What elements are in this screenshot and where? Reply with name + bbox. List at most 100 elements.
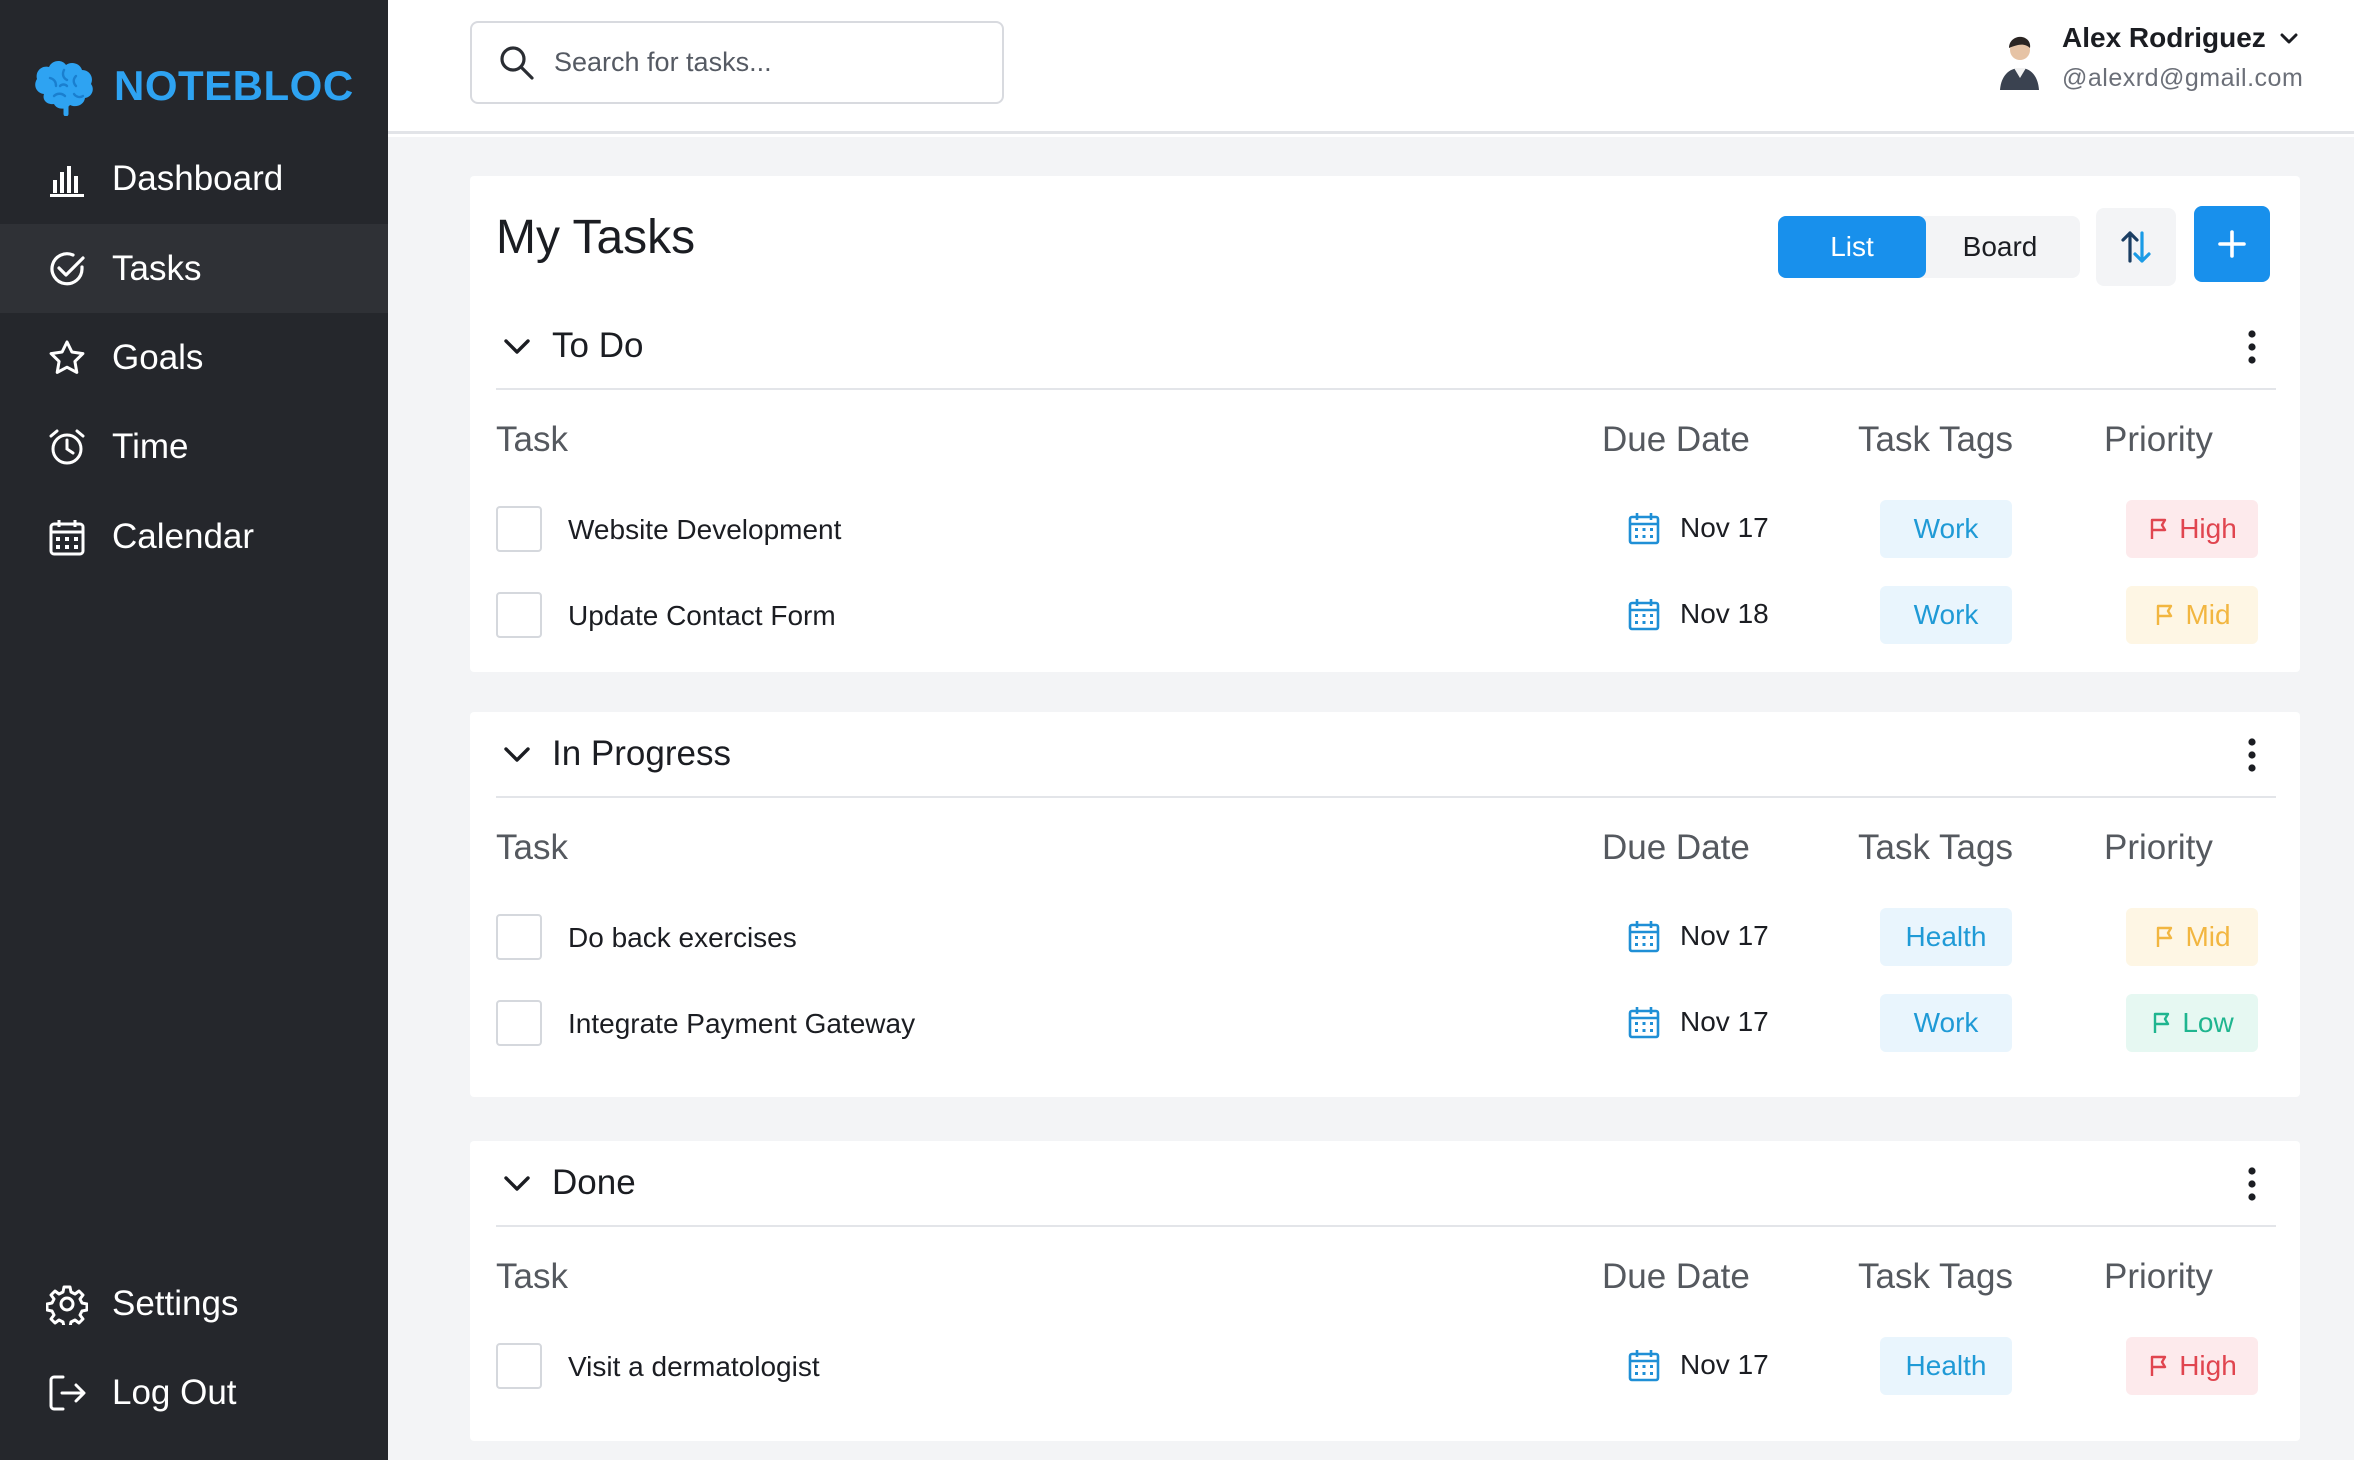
priority-badge[interactable]: High <box>2126 1337 2258 1395</box>
flag-icon <box>2157 604 2173 625</box>
brain-icon <box>35 61 93 116</box>
calendar-icon <box>1628 1007 1660 1039</box>
column-header-task: Task <box>496 1257 568 1296</box>
column-header-due-date: Due Date <box>1602 420 1750 459</box>
due-date-text: Nov 18 <box>1680 598 1769 629</box>
chevron-down-icon[interactable] <box>500 737 534 771</box>
flag-icon <box>2157 926 2173 947</box>
sidebar-item-settings[interactable]: Settings <box>0 1259 388 1348</box>
chevron-down-icon[interactable] <box>2278 27 2300 49</box>
task-name: Update Contact Form <box>568 600 836 631</box>
task-checkbox[interactable] <box>496 592 542 638</box>
group-title: In Progress <box>552 734 731 773</box>
column-header-priority: Priority <box>2104 1257 2213 1296</box>
task-tag[interactable]: Health <box>1880 908 2012 966</box>
brand-name: NOTEBLOC <box>114 62 354 109</box>
board-view-button[interactable]: Board <box>1926 216 2074 278</box>
bar-chart-icon <box>50 165 84 197</box>
list-view-button[interactable]: List <box>1778 216 1926 278</box>
view-toggle: List Board <box>1778 216 2080 278</box>
calendar-icon <box>49 519 85 555</box>
user-menu[interactable]: Alex Rodriguez @alexrd@gmail.com <box>1994 22 2303 93</box>
avatar <box>2000 36 2039 90</box>
search-box[interactable] <box>470 21 1004 104</box>
task-checkbox[interactable] <box>496 506 542 552</box>
star-icon <box>49 340 85 374</box>
sidebar-item-label: Calendar <box>112 516 255 556</box>
column-header-task-tags: Task Tags <box>1858 420 2013 459</box>
table-row[interactable]: Do back exercises Nov 17 Health Mid <box>496 908 2276 968</box>
task-group-card-in-progress: In Progress Task Due Date Task Tags Prio… <box>470 712 2300 1097</box>
table-row[interactable]: Update Contact Form Nov 18 Work Mid <box>496 586 2276 646</box>
page-title: My Tasks <box>496 211 696 264</box>
task-checkbox[interactable] <box>496 1000 542 1046</box>
calendar-icon <box>1628 513 1660 545</box>
chevron-down-icon[interactable] <box>500 1166 534 1200</box>
group-title: Done <box>552 1163 636 1202</box>
chevron-down-icon[interactable] <box>500 329 534 363</box>
column-header-task-tags: Task Tags <box>1858 828 2013 867</box>
sidebar-item-calendar[interactable]: Calendar <box>0 492 388 581</box>
sidebar-item-label: Tasks <box>112 248 202 288</box>
due-date: Nov 18 <box>1626 596 1769 632</box>
task-checkbox[interactable] <box>496 1343 542 1389</box>
due-date-text: Nov 17 <box>1680 512 1769 543</box>
priority-badge[interactable]: High <box>2126 500 2258 558</box>
group-header-todo: To Do <box>496 304 2276 390</box>
due-date: Nov 17 <box>1626 510 1769 546</box>
sidebar-item-time[interactable]: Time <box>0 402 388 491</box>
brand[interactable]: NOTEBLOC <box>30 56 354 116</box>
task-checkbox[interactable] <box>496 914 542 960</box>
sidebar-item-label: Log Out <box>112 1372 237 1412</box>
main-content: My Tasks List Board To Do Task Due Date … <box>388 137 2354 1460</box>
due-date-text: Nov 17 <box>1680 920 1769 951</box>
due-date-text: Nov 17 <box>1680 1006 1769 1037</box>
check-circle-icon <box>50 251 85 285</box>
search-input[interactable] <box>554 47 984 78</box>
sidebar-item-tasks[interactable]: Tasks <box>0 224 388 313</box>
sort-button[interactable] <box>2096 208 2176 286</box>
priority-label: High <box>2179 513 2237 544</box>
more-options-icon[interactable] <box>2242 328 2262 366</box>
task-name: Visit a dermatologist <box>568 1351 820 1382</box>
sidebar-item-goals[interactable]: Goals <box>0 313 388 402</box>
column-header-due-date: Due Date <box>1602 1257 1750 1296</box>
task-tag[interactable]: Work <box>1880 994 2012 1052</box>
column-header-task-tags: Task Tags <box>1858 1257 2013 1296</box>
priority-badge[interactable]: Low <box>2126 994 2258 1052</box>
more-options-icon[interactable] <box>2242 736 2262 774</box>
priority-badge[interactable]: Mid <box>2126 908 2258 966</box>
more-options-icon[interactable] <box>2242 1165 2262 1203</box>
table-row[interactable]: Integrate Payment Gateway Nov 17 Work Lo… <box>496 994 2276 1054</box>
calendar-icon <box>1628 599 1660 631</box>
task-tag[interactable]: Health <box>1880 1337 2012 1395</box>
top-header: Alex Rodriguez @alexrd@gmail.com <box>388 0 2354 134</box>
sidebar-item-dashboard[interactable]: Dashboard <box>0 134 388 223</box>
table-row[interactable]: Visit a dermatologist Nov 17 Health High <box>496 1337 2276 1397</box>
due-date: Nov 17 <box>1626 918 1769 954</box>
group-title: To Do <box>552 326 644 365</box>
table-row[interactable]: Website Development Nov 17 Work High <box>496 500 2276 560</box>
priority-badge[interactable]: Mid <box>2126 586 2258 644</box>
column-header-priority: Priority <box>2104 828 2213 867</box>
gear-icon <box>46 1285 88 1325</box>
task-tag[interactable]: Work <box>1880 586 2012 644</box>
priority-label: Mid <box>2185 599 2231 630</box>
sort-arrows-icon <box>2121 231 2151 263</box>
user-info: Alex Rodriguez @alexrd@gmail.com <box>2062 22 2303 93</box>
column-header-task: Task <box>496 420 568 459</box>
task-group-card-todo: My Tasks List Board To Do Task Due Date … <box>470 176 2300 672</box>
priority-label: High <box>2179 1350 2237 1381</box>
due-date-text: Nov 17 <box>1680 1349 1769 1380</box>
alarm-clock-icon <box>49 429 85 464</box>
task-tag[interactable]: Work <box>1880 500 2012 558</box>
column-header-task: Task <box>496 828 568 867</box>
column-header-due-date: Due Date <box>1602 828 1750 867</box>
sidebar-item-logout[interactable]: Log Out <box>0 1348 388 1437</box>
add-task-button[interactable] <box>2194 206 2270 282</box>
group-header-done: Done <box>496 1141 2276 1227</box>
sidebar-item-label: Goals <box>112 337 204 377</box>
flag-icon <box>2151 518 2167 539</box>
due-date: Nov 17 <box>1626 1004 1769 1040</box>
flag-icon <box>2151 1355 2167 1376</box>
